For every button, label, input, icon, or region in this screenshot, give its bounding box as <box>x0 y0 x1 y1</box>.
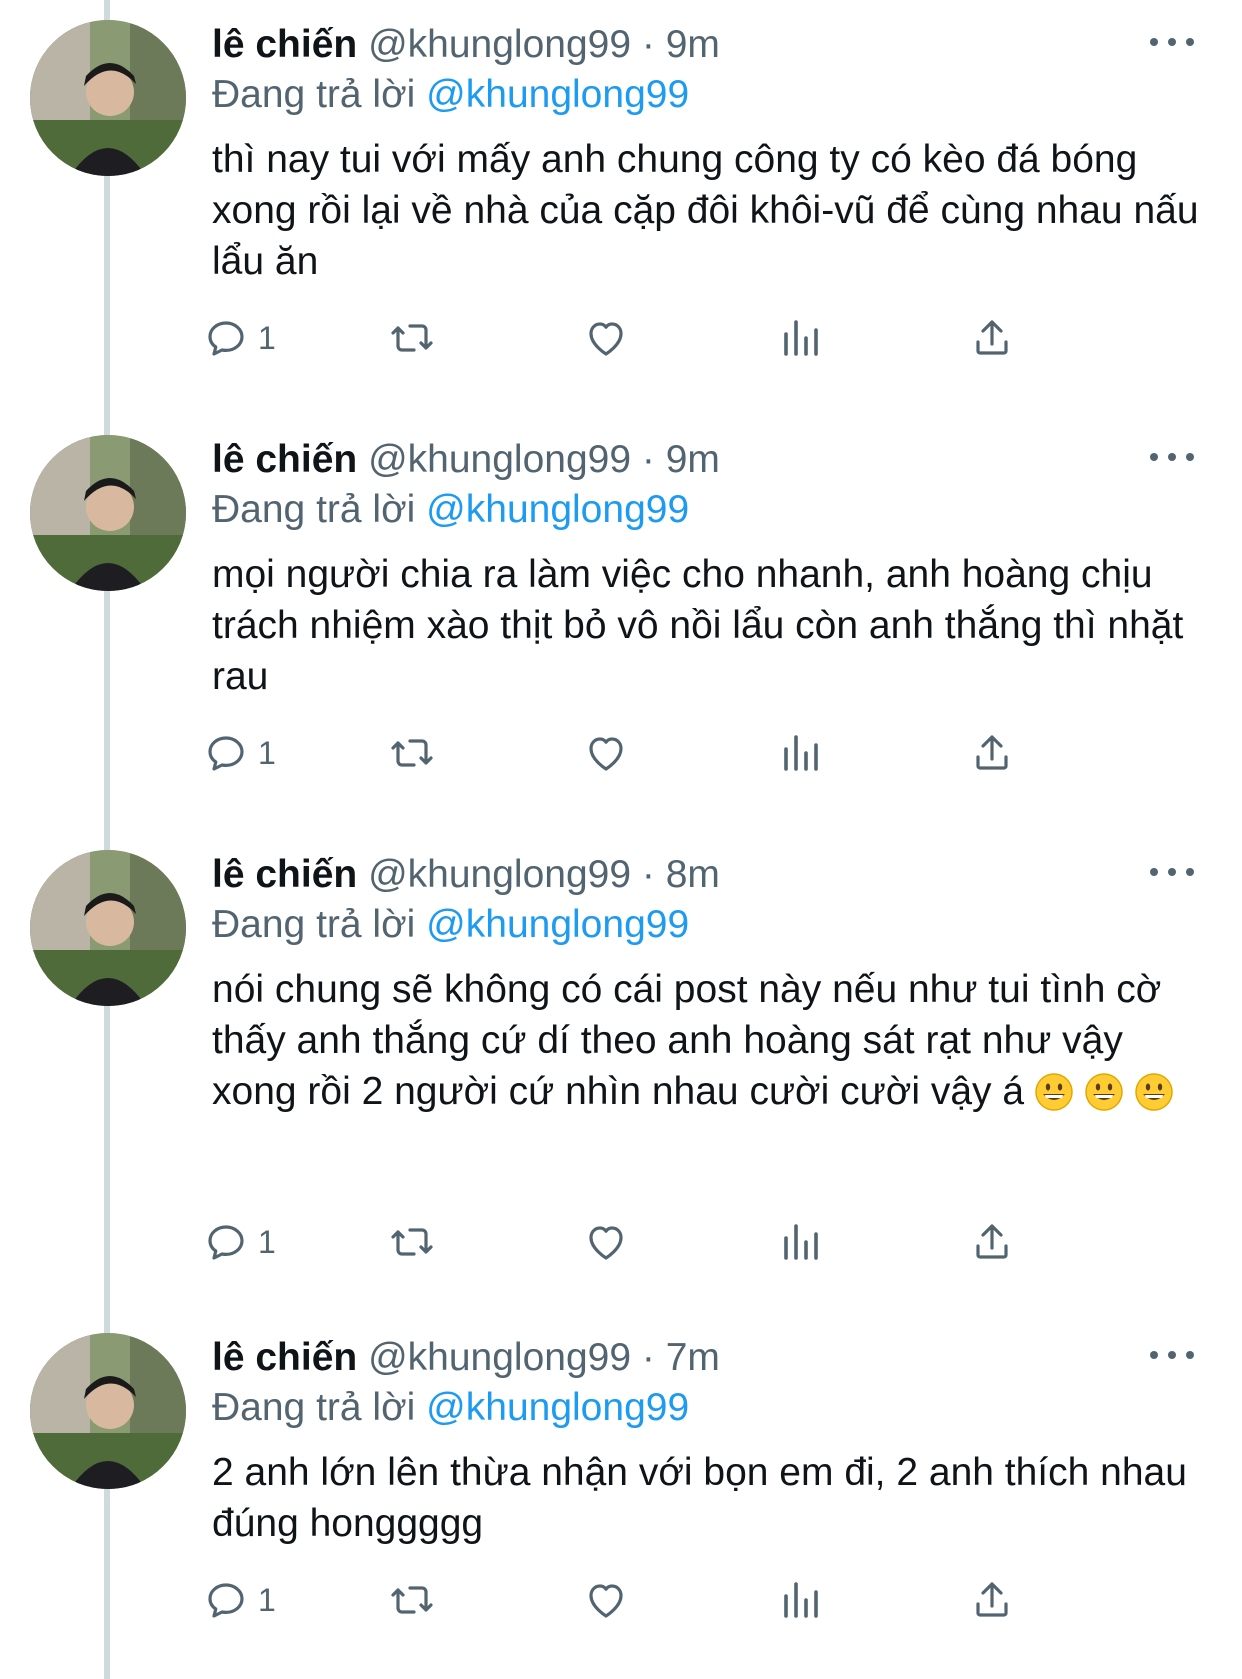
reply-button[interactable]: 1 <box>202 310 276 366</box>
heart-icon <box>589 737 623 771</box>
reply-icon <box>208 736 244 771</box>
views-button[interactable] <box>776 310 824 366</box>
mention-link[interactable]: @khunglong99 <box>426 73 689 116</box>
like-button[interactable] <box>582 1214 630 1270</box>
display-name[interactable]: lê chiến <box>212 1336 357 1379</box>
share-icon <box>976 1224 1008 1259</box>
separator-dot: · <box>641 438 655 481</box>
retweet-icon <box>391 1586 433 1614</box>
tweet-actions: 1 <box>208 310 1112 366</box>
share-icon <box>976 1582 1008 1617</box>
retweet-button[interactable] <box>388 310 436 366</box>
heart-icon <box>589 322 623 356</box>
reply-prefix: Đang trả lời <box>212 73 416 116</box>
views-bar-chart-icon <box>784 735 818 771</box>
mention-link[interactable]: @khunglong99 <box>426 903 689 946</box>
avatar[interactable] <box>30 435 186 591</box>
more-options-icon[interactable] <box>1150 439 1194 475</box>
separator-dot: · <box>641 1336 655 1379</box>
views-bar-chart-icon <box>784 320 818 356</box>
share-button[interactable] <box>968 310 1016 366</box>
retweet-button[interactable] <box>388 1214 436 1270</box>
tweet-text-body: nói chung sẽ không có cái post này nếu n… <box>212 968 1162 1113</box>
like-button[interactable] <box>582 725 630 781</box>
avatar[interactable] <box>30 1333 186 1489</box>
tweet-actions: 1 <box>208 1214 1112 1270</box>
views-bar-chart-icon <box>784 1224 818 1260</box>
like-button[interactable] <box>582 1572 630 1628</box>
mention-link[interactable]: @khunglong99 <box>426 488 689 531</box>
heart-icon <box>589 1226 623 1260</box>
separator-dot: · <box>641 23 655 66</box>
tweet-actions: 1 <box>208 1572 1112 1628</box>
views-button[interactable] <box>776 725 824 781</box>
reply-icon <box>208 1225 244 1260</box>
mention-link[interactable]: @khunglong99 <box>426 1386 689 1429</box>
retweet-button[interactable] <box>388 725 436 781</box>
reply-button[interactable]: 1 <box>202 725 276 781</box>
retweet-icon <box>391 739 433 767</box>
retweet-icon <box>391 324 433 352</box>
grinning-face-emoji <box>1085 1073 1123 1111</box>
retweet-button[interactable] <box>388 1572 436 1628</box>
tweet-text: mọi người chia ra làm việc cho nhanh, an… <box>212 553 1184 698</box>
grinning-face-emoji <box>1035 1073 1073 1111</box>
like-button[interactable] <box>582 310 630 366</box>
reply-count: 1 <box>258 319 276 356</box>
share-icon <box>976 735 1008 770</box>
timestamp[interactable]: 8m <box>666 853 720 896</box>
avatar[interactable] <box>30 850 186 1006</box>
reply-prefix: Đang trả lời <box>212 903 416 946</box>
reply-icon <box>208 1583 244 1618</box>
views-button[interactable] <box>776 1214 824 1270</box>
user-handle[interactable]: @khunglong99 <box>368 1336 631 1379</box>
reply-icon <box>208 321 244 356</box>
user-handle[interactable]: @khunglong99 <box>368 438 631 481</box>
more-options-icon[interactable] <box>1150 1337 1194 1373</box>
more-options-icon[interactable] <box>1150 854 1194 890</box>
share-button[interactable] <box>968 725 1016 781</box>
timestamp[interactable]: 9m <box>666 438 720 481</box>
share-button[interactable] <box>968 1572 1016 1628</box>
retweet-icon <box>391 1228 433 1256</box>
tweet-text: thì nay tui với mấy anh chung công ty có… <box>212 138 1199 283</box>
share-icon <box>976 320 1008 355</box>
more-options-icon[interactable] <box>1150 24 1194 60</box>
timestamp[interactable]: 7m <box>666 1336 720 1379</box>
display-name[interactable]: lê chiến <box>212 853 357 896</box>
reply-count: 1 <box>258 734 276 771</box>
reply-prefix: Đang trả lời <box>212 488 416 531</box>
avatar[interactable] <box>30 20 186 176</box>
tweet-actions: 1 <box>208 725 1112 781</box>
views-button[interactable] <box>776 1572 824 1628</box>
reply-count: 1 <box>258 1223 276 1260</box>
timestamp[interactable]: 9m <box>666 23 720 66</box>
reply-prefix: Đang trả lời <box>212 1386 416 1429</box>
tweet-thread: lê chiến @khunglong99 · 9m Đang trả lời … <box>0 0 1242 1679</box>
share-button[interactable] <box>968 1214 1016 1270</box>
user-handle[interactable]: @khunglong99 <box>368 853 631 896</box>
separator-dot: · <box>641 853 655 896</box>
display-name[interactable]: lê chiến <box>212 438 357 481</box>
views-bar-chart-icon <box>784 1582 818 1618</box>
tweet-text: nói chung sẽ không có cái post này nếu n… <box>212 964 1202 1117</box>
reply-button[interactable]: 1 <box>202 1572 276 1628</box>
tweet-text: 2 anh lớn lên thừa nhận với bọn em đi, 2… <box>212 1451 1187 1545</box>
user-handle[interactable]: @khunglong99 <box>368 23 631 66</box>
grinning-face-emoji <box>1135 1073 1173 1111</box>
reply-button[interactable]: 1 <box>202 1214 276 1270</box>
reply-count: 1 <box>258 1581 276 1618</box>
heart-icon <box>589 1584 623 1618</box>
display-name[interactable]: lê chiến <box>212 23 357 66</box>
